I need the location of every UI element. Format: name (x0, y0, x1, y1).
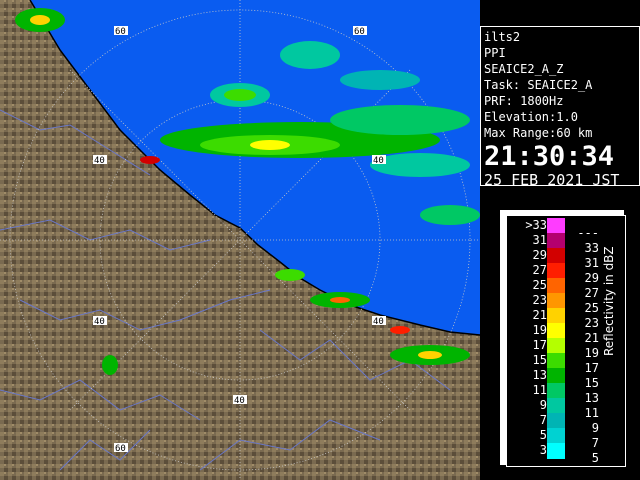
legend-color-swatch (547, 218, 565, 234)
legend-color-swatch (547, 338, 565, 354)
legend-color-swatch (547, 383, 565, 399)
range-label: 40 (234, 396, 245, 406)
legend-low-value: 5 (539, 428, 547, 442)
legend-color-swatch (547, 278, 565, 294)
legend-row: 13 15 (507, 368, 627, 390)
info-panel: ilts2 PPI SEAICE2_A_Z Task: SEAICE2_A PR… (480, 26, 640, 189)
range-label: 60 (115, 444, 126, 454)
legend-low-value: 7 (539, 413, 547, 427)
legend-low-value: 17 (532, 338, 547, 352)
legend-color-swatch (547, 308, 565, 324)
legend-low-value: 27 (532, 263, 547, 277)
legend-color-swatch (547, 398, 565, 414)
elevation-value: Elevation:1.0 (484, 110, 578, 124)
legend-row: 35 (507, 443, 627, 465)
legend-unit: Reflectivity in dBZ (602, 246, 616, 356)
legend-low-value: 21 (532, 308, 547, 322)
legend-color-swatch (547, 413, 565, 429)
observation-date: 25 FEB 2021 JST (484, 171, 620, 189)
site-name: ilts2 (484, 30, 521, 44)
task-name: Task: SEAICE2_A (484, 78, 593, 92)
legend-high-value: 5 (591, 451, 599, 465)
legend-low-value: 9 (539, 398, 547, 412)
radar-ppi-display: 60 60 40 40 40 40 40 60 (0, 0, 480, 480)
legend-color-swatch (547, 263, 565, 279)
legend-color-swatch (547, 323, 565, 339)
legend-row: >33 --- (507, 218, 627, 240)
legend-color-swatch (547, 293, 565, 309)
legend-color-swatch (547, 428, 565, 444)
legend-low-value: 11 (532, 383, 547, 397)
legend-low-value: 19 (532, 323, 547, 337)
product-name: SEAICE2_A_Z (484, 62, 564, 76)
legend-row: 79 (507, 413, 627, 435)
legend-box: >33 --- 31 33 29 31 27 29 25 27 23 25 21 23 19 21 17 19 15… (506, 215, 626, 467)
legend-color-swatch (547, 248, 565, 264)
legend-row: 9 11 (507, 398, 627, 420)
range-label: 40 (373, 156, 384, 166)
legend-color-swatch (547, 443, 565, 459)
legend-low-value: 31 (532, 233, 547, 247)
legend-low-value: 15 (532, 353, 547, 367)
legend-color-swatch (547, 233, 565, 249)
legend-low-value: 23 (532, 293, 547, 307)
legend-low-value: 13 (532, 368, 547, 382)
range-label: 40 (94, 156, 105, 166)
legend-low-value: 29 (532, 248, 547, 262)
reflectivity-legend: >33 --- 31 33 29 31 27 29 25 27 23 25 21 23 19 21 17 19 15… (500, 210, 630, 470)
legend-low-value: 25 (532, 278, 547, 292)
range-label: 40 (373, 317, 384, 327)
product-type: PPI (484, 46, 506, 60)
legend-low-value: 3 (539, 443, 547, 457)
observation-time: 21:30:34 (484, 141, 615, 172)
legend-row: 57 (507, 428, 627, 450)
legend-color-swatch (547, 368, 565, 384)
range-label: 60 (115, 27, 126, 37)
legend-color-swatch (547, 353, 565, 369)
legend-low-value: >33 (525, 218, 547, 232)
prf-value: PRF: 1800Hz (484, 94, 564, 108)
max-range-value: Max Range:60 km (484, 126, 593, 140)
range-label: 40 (94, 317, 105, 327)
range-label: 60 (354, 27, 365, 37)
legend-row: 11 13 (507, 383, 627, 405)
